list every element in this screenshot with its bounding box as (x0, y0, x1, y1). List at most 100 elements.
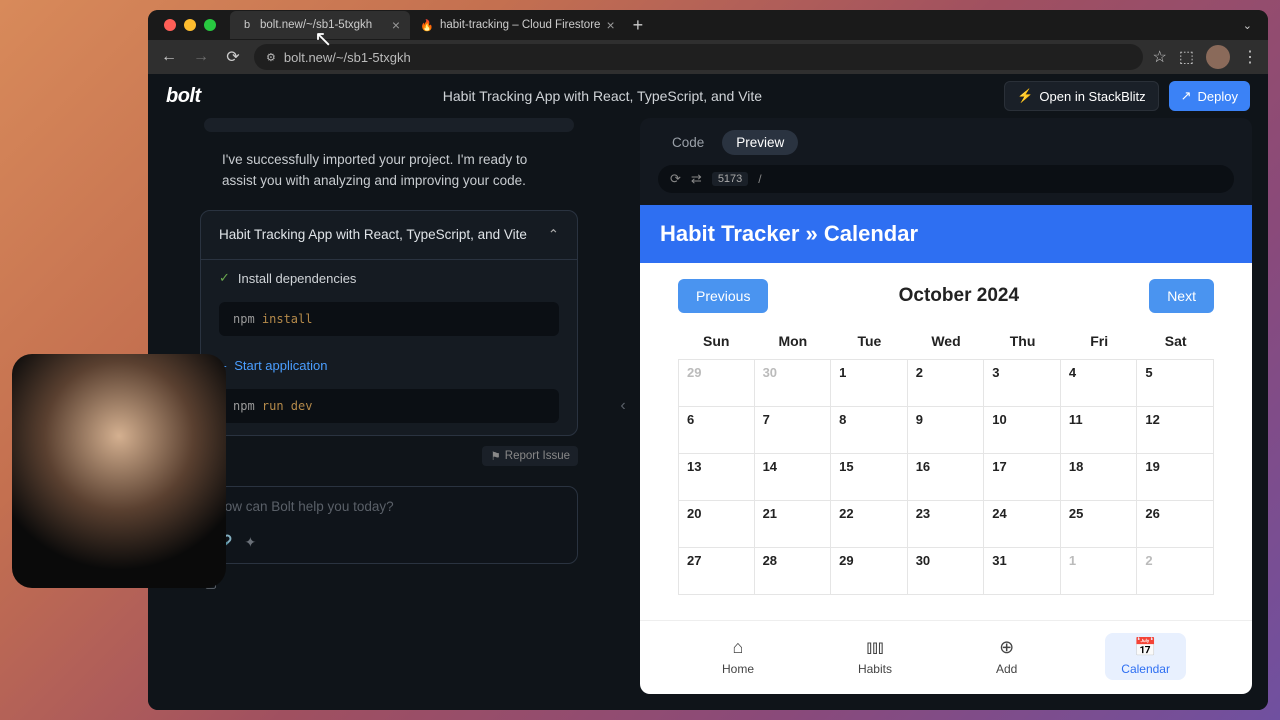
calendar-row: 20212223242526 (678, 500, 1214, 547)
nav-add-label: Add (996, 662, 1017, 676)
nav-calendar-label: Calendar (1121, 662, 1170, 676)
calendar-grid: SunMonTueWedThuFriSat 293012345678910111… (640, 323, 1252, 595)
window-minimize-button[interactable] (184, 19, 196, 31)
url-field[interactable]: ⚙ bolt.new/~/sb1-5txgkh (254, 44, 1143, 70)
browser-menu-button[interactable]: ⋮ (1242, 47, 1258, 67)
reload-button[interactable]: ⟳ (222, 46, 244, 68)
next-button[interactable]: Next (1149, 279, 1214, 313)
bolt-logo[interactable]: bolt (166, 85, 201, 108)
bolt-icon: ⚡ (1017, 88, 1033, 104)
report-issue-button[interactable]: ⚑ Report Issue (482, 446, 578, 466)
calendar-cell[interactable]: 14 (755, 454, 832, 500)
tab-code[interactable]: Code (658, 130, 718, 155)
calendar-cell[interactable]: 4 (1061, 360, 1138, 406)
calendar-cell[interactable]: 17 (984, 454, 1061, 500)
browser-tab[interactable]: 🔥 habit-tracking – Cloud Firestore × (410, 11, 625, 39)
calendar-cell[interactable]: 2 (908, 360, 985, 406)
calendar-cell[interactable]: 20 (678, 501, 755, 547)
user-message-stub (204, 118, 574, 132)
calendar-cell[interactable]: 10 (984, 407, 1061, 453)
calendar-cell[interactable]: 27 (678, 548, 755, 594)
check-icon: ✓ (219, 270, 230, 286)
tab-close-icon[interactable]: × (606, 17, 614, 33)
calendar-cell[interactable]: 1 (831, 360, 908, 406)
nav-calendar[interactable]: 📅 Calendar (1105, 633, 1186, 680)
tab-close-icon[interactable]: × (392, 17, 400, 33)
calendar-day-header: Tue (831, 323, 908, 359)
app-header: bolt Habit Tracking App with React, Type… (148, 74, 1268, 118)
calendar-day-header: Thu (984, 323, 1061, 359)
step-start-label: – Start application (219, 358, 559, 373)
calendar-icon: 📅 (1134, 637, 1156, 658)
calendar-cell[interactable]: 28 (755, 548, 832, 594)
back-button[interactable]: ← (158, 46, 180, 68)
calendar-cell[interactable]: 30 (755, 360, 832, 406)
plus-circle-icon: ⊕ (999, 637, 1014, 658)
collapse-handle[interactable]: ‹ (614, 118, 632, 694)
calendar-cell[interactable]: 15 (831, 454, 908, 500)
new-tab-button[interactable]: + (633, 15, 644, 36)
open-stackblitz-button[interactable]: ⚡ Open in StackBlitz (1004, 81, 1158, 111)
calendar-cell[interactable]: 5 (1137, 360, 1214, 406)
url-text: bolt.new/~/sb1-5txgkh (284, 50, 411, 65)
calendar-cell[interactable]: 23 (908, 501, 985, 547)
tab-preview[interactable]: Preview (722, 130, 798, 155)
cmd-prefix: npm (233, 399, 262, 413)
calendar-cell[interactable]: 26 (1137, 501, 1214, 547)
main-area: I've successfully imported your project.… (148, 118, 1268, 710)
chat-input[interactable]: How can Bolt help you today? 🔗 ✦ (200, 486, 578, 564)
calendar-cell[interactable]: 31 (984, 548, 1061, 594)
previous-button[interactable]: Previous (678, 279, 768, 313)
profile-avatar[interactable] (1206, 45, 1230, 69)
home-icon: ⌂ (733, 637, 744, 658)
calendar-cell[interactable]: 29 (678, 360, 755, 406)
nav-add[interactable]: ⊕ Add (980, 633, 1033, 680)
calendar-cell[interactable]: 7 (755, 407, 832, 453)
app-body: bolt Habit Tracking App with React, Type… (148, 74, 1268, 710)
calendar-cell[interactable]: 24 (984, 501, 1061, 547)
calendar-cell[interactable]: 11 (1061, 407, 1138, 453)
window-close-button[interactable] (164, 19, 176, 31)
view-tabs: Code Preview (640, 118, 1252, 161)
calendar-cell[interactable]: 1 (1061, 548, 1138, 594)
bookmark-icon[interactable]: ☆ (1153, 47, 1167, 67)
calendar-cell[interactable]: 16 (908, 454, 985, 500)
task-header[interactable]: Habit Tracking App with React, TypeScrip… (201, 211, 577, 259)
calendar-cell[interactable]: 18 (1061, 454, 1138, 500)
calendar-cell[interactable]: 29 (831, 548, 908, 594)
preview-frame: Habit Tracker » Calendar Previous Octobe… (640, 205, 1252, 694)
calendar-cell[interactable]: 3 (984, 360, 1061, 406)
window-maximize-button[interactable] (204, 19, 216, 31)
calendar-cell[interactable]: 25 (1061, 501, 1138, 547)
forward-button[interactable]: → (190, 46, 212, 68)
nav-habits[interactable]: ⫾⫾⫾ Habits (842, 633, 908, 680)
tab-title: habit-tracking – Cloud Firestore (440, 19, 600, 31)
calendar-row: 272829303112 (678, 547, 1214, 595)
nav-home[interactable]: ⌂ Home (706, 633, 770, 680)
sparkle-icon[interactable]: ✦ (244, 534, 256, 551)
calendar-cell[interactable]: 8 (831, 407, 908, 453)
calendar-cell[interactable]: 19 (1137, 454, 1214, 500)
calendar-day-header: Mon (755, 323, 832, 359)
tabs-overflow-icon[interactable]: ⌄ (1243, 19, 1260, 32)
reload-preview-icon[interactable]: ⟳ (670, 171, 681, 187)
calendar-cell[interactable]: 6 (678, 407, 755, 453)
calendar-cell[interactable]: 22 (831, 501, 908, 547)
calendar-cell[interactable]: 21 (755, 501, 832, 547)
deploy-label: Deploy (1198, 89, 1238, 104)
start-command: npm run dev (219, 389, 559, 423)
calendar-row: 293012345 (678, 359, 1214, 406)
calendar-cell[interactable]: 13 (678, 454, 755, 500)
step-start: – Start application (201, 348, 577, 389)
deploy-button[interactable]: ↗ Deploy (1169, 81, 1250, 111)
calendar-nav: Previous October 2024 Next (640, 263, 1252, 323)
site-settings-icon[interactable]: ⚙ (266, 51, 276, 64)
calendar-cell[interactable]: 12 (1137, 407, 1214, 453)
step-start-text: Start application (234, 358, 327, 373)
bottom-toolbar: ▢ (200, 564, 578, 591)
calendar-cell[interactable]: 9 (908, 407, 985, 453)
browser-tab-active[interactable]: b bolt.new/~/sb1-5txgkh × (230, 11, 410, 39)
calendar-cell[interactable]: 30 (908, 548, 985, 594)
calendar-cell[interactable]: 2 (1137, 548, 1214, 594)
extensions-icon[interactable]: ⬚ (1179, 47, 1194, 67)
